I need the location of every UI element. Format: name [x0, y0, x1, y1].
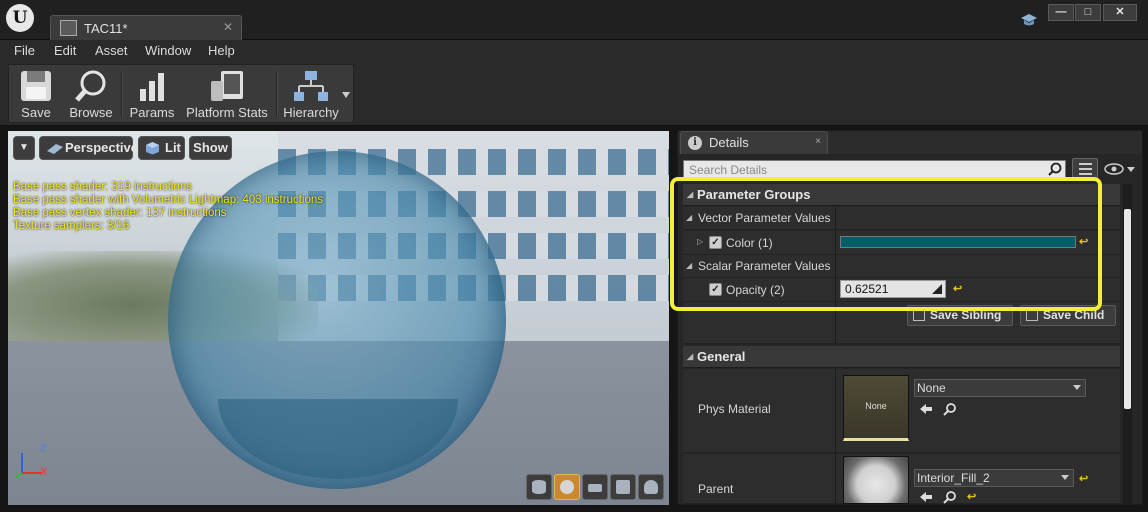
lit-button[interactable]: Lit	[138, 136, 185, 160]
hierarchy-button[interactable]: Hierarchy	[280, 65, 342, 123]
browse-button[interactable]: Browse	[63, 65, 119, 123]
viewport-options-button[interactable]: ▼	[13, 136, 35, 160]
chevron-down-icon	[1073, 385, 1081, 390]
cube-preview-button[interactable]	[610, 474, 636, 500]
bar-chart-icon	[140, 73, 164, 101]
menu-help[interactable]: Help	[208, 43, 235, 58]
axis-x-label: X	[40, 466, 48, 478]
menu-file[interactable]: File	[14, 43, 35, 58]
stat-line: Base pass vertex shader: 137 instruction…	[13, 207, 227, 219]
toolbar: Save Browse Params Platform Stats Hierar…	[0, 62, 1148, 126]
cylinder-icon	[532, 480, 546, 494]
reset-to-default-icon[interactable]: ↩	[967, 490, 976, 503]
custom-mesh-preview-button[interactable]	[638, 474, 664, 500]
minimize-button[interactable]: —	[1048, 4, 1074, 21]
stat-line: Base pass shader: 319 instructions	[13, 181, 192, 193]
phys-material-label: Phys Material	[698, 402, 771, 416]
menu-window[interactable]: Window	[145, 43, 191, 58]
platform-stats-label: Platform Stats	[186, 105, 268, 120]
details-scrollbar[interactable]	[1123, 184, 1132, 504]
params-button[interactable]: Params	[125, 65, 179, 123]
details-tab[interactable]: i Details ×	[680, 131, 828, 154]
close-tab-icon[interactable]: ✕	[223, 20, 233, 34]
cube-icon	[616, 480, 630, 494]
perspective-button[interactable]: Perspective	[39, 136, 138, 160]
material-preview-viewport[interactable]: ▼ Perspective Lit Show Base pass shader:…	[8, 131, 669, 505]
phys-material-thumbnail[interactable]: None	[843, 375, 909, 441]
menu-edit[interactable]: Edit	[54, 43, 76, 58]
title-bar: U TAC11* ✕ — □ ✕	[0, 0, 1148, 40]
sphere-preview-button[interactable]	[554, 474, 580, 500]
details-tab-title: Details	[709, 135, 749, 150]
stat-line: Texture samplers: 3/16	[13, 220, 130, 232]
material-instance-icon	[60, 20, 77, 36]
shader-stats: Base pass shader: 319 instructions Base …	[13, 181, 323, 233]
hierarchy-dropdown-icon[interactable]	[341, 91, 351, 99]
stat-line: Base pass shader with Volumetric Lightma…	[13, 194, 324, 206]
general-title: General	[697, 349, 746, 364]
lit-label: Lit	[165, 140, 181, 155]
plane-preview-button[interactable]	[582, 474, 608, 500]
parent-dropdown[interactable]: Interior_Fill_2	[914, 469, 1074, 487]
maximize-button[interactable]: □	[1075, 4, 1101, 21]
hierarchy-icon	[294, 71, 328, 101]
search-icon[interactable]	[943, 402, 957, 416]
parent-label: Parent	[698, 482, 734, 496]
general-header[interactable]: ◢ General	[683, 346, 1120, 368]
parameter-groups-highlight	[670, 177, 1102, 311]
graduation-cap-icon[interactable]	[1020, 13, 1038, 27]
axis-z-label: Z	[40, 443, 47, 455]
menu-bar: File Edit Asset Window Help	[0, 40, 1148, 62]
unreal-logo-icon: U	[6, 4, 34, 32]
camera-icon	[47, 144, 63, 154]
axis-gizmo: Z X	[14, 439, 54, 479]
reset-to-default-icon[interactable]: ↩	[1079, 472, 1088, 485]
cylinder-preview-button[interactable]	[526, 474, 552, 500]
cube-icon	[146, 142, 159, 155]
close-window-button[interactable]: ✕	[1103, 4, 1137, 21]
eye-visibility-icon[interactable]	[1104, 162, 1136, 176]
menu-asset[interactable]: Asset	[95, 43, 128, 58]
phys-material-value: None	[917, 381, 946, 395]
search-icon[interactable]	[1048, 162, 1062, 176]
plane-icon	[588, 484, 602, 492]
browse-label: Browse	[69, 105, 113, 120]
document-tab[interactable]: TAC11* ✕	[50, 15, 242, 40]
parent-thumbnail[interactable]	[843, 456, 909, 504]
params-label: Params	[129, 105, 175, 120]
collapse-arrow-icon: ◢	[687, 352, 694, 361]
save-button[interactable]: Save	[11, 65, 61, 123]
thumbnail-none-label: None	[865, 401, 887, 411]
arrow-left-icon[interactable]	[919, 490, 933, 504]
document-tab-title: TAC11*	[84, 21, 128, 36]
phys-material-dropdown[interactable]: None	[914, 379, 1086, 397]
phys-material-row: Phys Material None None	[683, 369, 1120, 453]
chevron-down-icon	[1061, 475, 1069, 480]
info-icon: i	[688, 136, 702, 150]
save-icon	[21, 71, 51, 101]
show-button[interactable]: Show	[189, 136, 232, 160]
sphere-icon	[560, 480, 574, 494]
magnifier-icon	[75, 70, 106, 102]
devices-icon	[211, 71, 243, 101]
axis-gizmo-icon	[15, 453, 42, 478]
teapot-icon	[644, 480, 658, 494]
search-icon[interactable]	[943, 490, 957, 504]
arrow-left-icon[interactable]	[919, 402, 933, 416]
close-tab-icon[interactable]: ×	[815, 136, 821, 147]
perspective-label: Perspective	[65, 140, 138, 155]
hierarchy-label: Hierarchy	[283, 105, 339, 120]
scrollbar-thumb[interactable]	[1124, 209, 1131, 409]
parent-value: Interior_Fill_2	[917, 471, 990, 485]
list-icon	[1079, 163, 1092, 175]
save-label: Save	[21, 105, 51, 120]
platform-stats-button[interactable]: Platform Stats	[181, 65, 273, 123]
parent-row: Parent Interior_Fill_2 ↩ ↩	[683, 454, 1120, 504]
preview-shape-buttons	[526, 474, 666, 501]
